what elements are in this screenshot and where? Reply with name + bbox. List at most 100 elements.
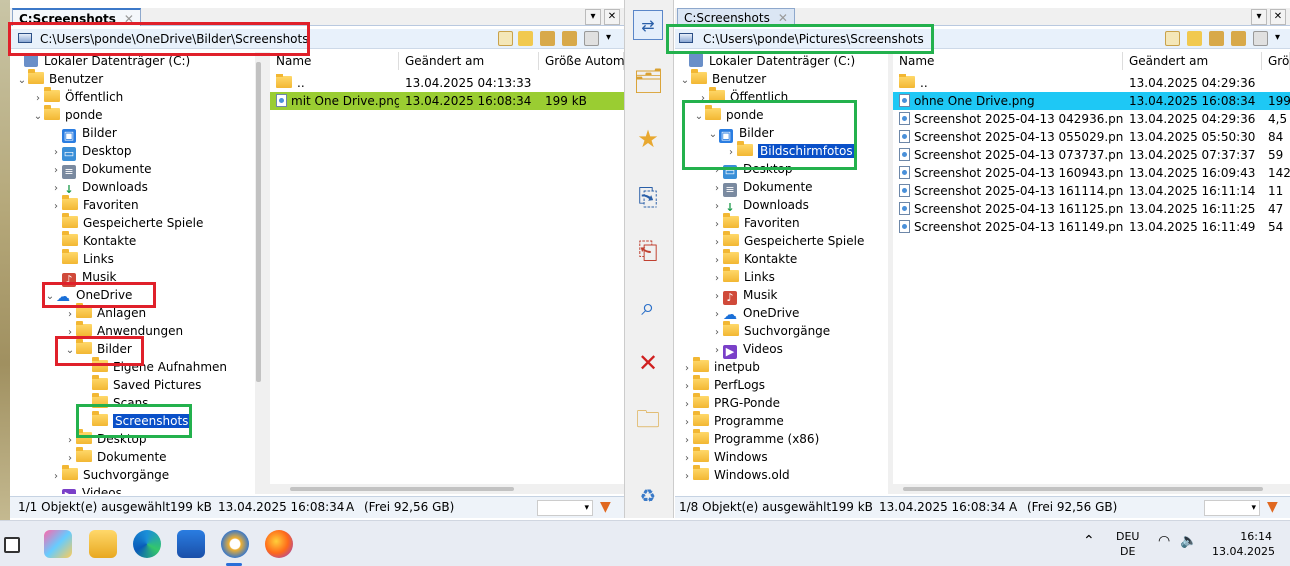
- history-icon[interactable]: [498, 31, 513, 46]
- move-files-icon[interactable]: ⎗: [633, 236, 663, 266]
- tree-item[interactable]: › ♪ Musik: [675, 286, 778, 305]
- history-icon[interactable]: [1165, 31, 1180, 46]
- chevron-down-icon[interactable]: ▾: [1275, 32, 1280, 43]
- tree-item[interactable]: › PRG-Ponde: [675, 393, 780, 412]
- file-row[interactable]: .. 13.04.2025 04:13:33: [270, 74, 624, 92]
- file-row[interactable]: Screenshot 2025-04-13 073737.png 13.04.20…: [893, 146, 1290, 164]
- tree-item[interactable]: › Öffentlich: [10, 87, 123, 106]
- close-pane-icon[interactable]: ✕: [604, 9, 620, 25]
- right-file-list[interactable]: Name Geändert am Grö ⌃ ..13.04.2025 04:2…: [893, 52, 1290, 494]
- tree-item[interactable]: › ≡ Dokumente: [675, 178, 813, 197]
- copy-path-icon[interactable]: [1253, 31, 1268, 46]
- dropdown-icon[interactable]: ▾: [585, 9, 601, 25]
- edge-icon[interactable]: [133, 530, 161, 558]
- tree-item[interactable]: › PerfLogs: [675, 375, 765, 394]
- right-list-hscrollbar[interactable]: [893, 484, 1290, 494]
- tree-item[interactable]: › Suchvorgänge: [10, 465, 169, 484]
- sync-folder-icon[interactable]: 🗀: [633, 404, 663, 434]
- close-pane-icon[interactable]: ✕: [1270, 9, 1286, 25]
- tree-item[interactable]: ⌄ Benutzer: [675, 69, 766, 88]
- copilot-icon[interactable]: [44, 530, 72, 558]
- tree-item[interactable]: › Favoriten: [675, 213, 800, 232]
- favorite-folder-icon[interactable]: [518, 31, 533, 46]
- tree-item[interactable]: › Favoriten: [10, 195, 139, 214]
- swap-panes-icon[interactable]: ⇄: [633, 10, 663, 40]
- root-folder-icon[interactable]: [1231, 31, 1246, 46]
- filter-dropdown[interactable]: ▾: [537, 500, 593, 516]
- tree-item[interactable]: › inetpub: [675, 357, 760, 376]
- tree-item[interactable]: › Programme: [675, 411, 784, 430]
- tree-item[interactable]: Kontakte: [10, 231, 136, 250]
- folder-compare-icon[interactable]: 🗂: [633, 66, 663, 96]
- file-row[interactable]: ohne One Drive.png 13.04.2025 16:08:34 199: [893, 92, 1290, 110]
- col-header-size[interactable]: Grö: [1262, 52, 1290, 70]
- tree-item[interactable]: › Dokumente: [10, 447, 167, 466]
- recycle-bin-icon[interactable]: ♻: [633, 482, 663, 512]
- filter-icon[interactable]: ▼: [1267, 500, 1278, 514]
- filter-dropdown[interactable]: ▾: [1204, 500, 1260, 516]
- file-row[interactable]: Screenshot 2025-04-13 055029.png 13.04.20…: [893, 128, 1290, 146]
- favorite-folder-icon[interactable]: [1187, 31, 1202, 46]
- wifi-icon[interactable]: ◠: [1158, 533, 1170, 549]
- tree-item[interactable]: › ↓ Downloads: [675, 196, 809, 215]
- filter-icon[interactable]: ▼: [600, 500, 611, 514]
- tree-item[interactable]: › Gespeicherte Spiele: [675, 231, 864, 250]
- chevron-right-icon[interactable]: ›: [681, 468, 693, 486]
- file-row[interactable]: Screenshot 2025-04-13 042936.png 13.04.20…: [893, 110, 1290, 128]
- star-icon[interactable]: ★: [633, 124, 663, 154]
- col-header-size[interactable]: Größe Autom.: [539, 52, 624, 70]
- tree-item[interactable]: › ↓ Downloads: [10, 178, 148, 197]
- firefox-icon[interactable]: [265, 530, 293, 558]
- chevron-up-icon[interactable]: ⌃: [1083, 533, 1095, 549]
- search-icon[interactable]: ⌕: [633, 292, 663, 322]
- file-row[interactable]: Screenshot 2025-04-13 161114.png 13.04.20…: [893, 182, 1290, 200]
- tree-item[interactable]: › Windows.old: [675, 465, 790, 486]
- tree-item[interactable]: › ▭ Desktop: [10, 142, 132, 161]
- col-header-date[interactable]: Geändert am: [1123, 52, 1262, 70]
- file-row[interactable]: Screenshot 2025-04-13 161125.png 13.04.20…: [893, 200, 1290, 218]
- left-splitter[interactable]: [262, 52, 270, 494]
- col-header-date[interactable]: Geändert am: [399, 52, 539, 70]
- delete-icon[interactable]: ✕: [633, 348, 663, 378]
- volume-icon[interactable]: 🔈: [1180, 533, 1197, 549]
- parent-folder-icon[interactable]: [1209, 31, 1224, 46]
- tree-item[interactable]: ▶ Videos: [10, 484, 122, 494]
- tree-item[interactable]: › ≡ Dokumente: [10, 160, 152, 179]
- tree-item[interactable]: › Links: [675, 267, 775, 286]
- copy-path-icon[interactable]: [584, 31, 599, 46]
- tree-item[interactable]: › Suchvorgänge: [675, 321, 830, 340]
- language-indicator[interactable]: DEU DE: [1116, 529, 1139, 559]
- total-commander-icon[interactable]: [221, 530, 249, 558]
- left-file-list[interactable]: Name Geändert am Größe Autom. ⌃ ..13.04.…: [270, 52, 624, 494]
- tree-item[interactable]: ⌄ ponde: [10, 105, 103, 124]
- tree-item[interactable]: Lokaler Datenträger (C:): [675, 52, 855, 70]
- file-row[interactable]: Screenshot 2025-04-13 160943.png 13.04.20…: [893, 164, 1290, 182]
- close-icon[interactable]: ✕: [778, 11, 788, 25]
- tree-item[interactable]: › Kontakte: [675, 249, 797, 268]
- root-folder-icon[interactable]: [562, 31, 577, 46]
- store-icon[interactable]: [177, 530, 205, 558]
- dropdown-icon[interactable]: ▾: [1251, 9, 1267, 25]
- file-explorer-icon[interactable]: [89, 530, 117, 558]
- tree-item[interactable]: Gespeicherte Spiele: [10, 213, 203, 232]
- tree-item[interactable]: ⌄ Benutzer: [10, 69, 103, 88]
- desktop-icon[interactable]: [4, 537, 20, 553]
- tree-item[interactable]: Saved Pictures: [10, 375, 201, 394]
- tree-item[interactable]: Links: [10, 249, 114, 268]
- file-row[interactable]: .. 13.04.2025 04:29:36: [893, 74, 1290, 92]
- clock[interactable]: 16:14 13.04.2025: [1212, 529, 1275, 559]
- tree-item[interactable]: › Programme (x86): [675, 429, 819, 448]
- file-row[interactable]: mit One Drive.png 13.04.2025 16:08:34 199 …: [270, 92, 624, 110]
- tree-item[interactable]: › ▶ Videos: [675, 340, 783, 359]
- copy-files-icon[interactable]: ⎘: [633, 182, 663, 212]
- tree-item[interactable]: › ☁ OneDrive: [675, 304, 799, 322]
- image-file-icon: [899, 202, 910, 215]
- left-list-hscrollbar[interactable]: [270, 484, 624, 494]
- file-row[interactable]: Screenshot 2025-04-13 161149.png 13.04.20…: [893, 218, 1290, 236]
- left-tree-scrollbar[interactable]: [255, 52, 262, 494]
- parent-folder-icon[interactable]: [540, 31, 555, 46]
- videos-icon: ▶: [62, 489, 76, 494]
- tree-item[interactable]: › Windows: [675, 447, 768, 466]
- chevron-down-icon[interactable]: ▾: [606, 32, 611, 43]
- tree-item[interactable]: ▣ Bilder: [10, 124, 117, 143]
